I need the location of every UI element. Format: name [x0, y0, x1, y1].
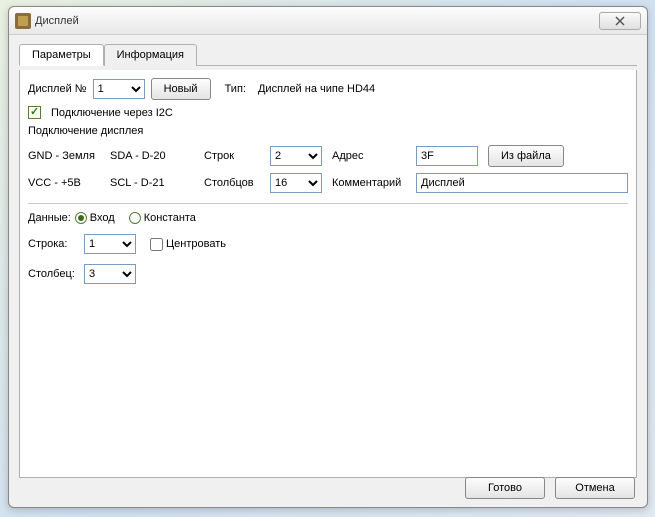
- radio-input-option[interactable]: Вход: [75, 212, 115, 224]
- comment-input[interactable]: [416, 173, 628, 193]
- row-label: Строка:: [28, 238, 78, 250]
- close-icon: [615, 16, 625, 26]
- i2c-checkbox[interactable]: [28, 106, 41, 119]
- cols-label: Столбцов: [204, 177, 266, 189]
- i2c-label: Подключение через I2C: [51, 107, 173, 119]
- rows-label: Строк: [204, 150, 266, 162]
- rows-select[interactable]: 2: [270, 146, 322, 166]
- col-select[interactable]: 3: [84, 264, 136, 284]
- tab-information[interactable]: Информация: [104, 44, 197, 66]
- center-label: Центровать: [166, 238, 226, 250]
- cols-select[interactable]: 16: [270, 173, 322, 193]
- tab-parameters[interactable]: Параметры: [19, 44, 104, 66]
- display-number-select[interactable]: 1: [93, 79, 145, 99]
- address-input[interactable]: [416, 146, 478, 166]
- radio-icon: [75, 212, 87, 224]
- row-select[interactable]: 1: [84, 234, 136, 254]
- close-button[interactable]: [599, 12, 641, 30]
- type-value: Дисплей на чипе HD44: [258, 83, 375, 95]
- titlebar: Дисплей: [9, 7, 647, 35]
- window-title: Дисплей: [35, 15, 79, 27]
- app-icon: [15, 13, 31, 29]
- display-number-label: Дисплей №: [28, 83, 87, 95]
- col-label: Столбец:: [28, 268, 78, 280]
- scl-label: SCL - D-21: [110, 177, 200, 189]
- from-file-button[interactable]: Из файла: [488, 145, 564, 167]
- data-label: Данные:: [28, 212, 71, 224]
- connection-title: Подключение дисплея: [28, 125, 628, 137]
- ok-button[interactable]: Готово: [465, 477, 545, 499]
- comment-label: Комментарий: [332, 177, 412, 189]
- new-button[interactable]: Новый: [151, 78, 211, 100]
- sda-label: SDA - D-20: [110, 150, 200, 162]
- tabstrip: Параметры Информация: [19, 43, 637, 66]
- tab-page-parameters: Дисплей № 1 Новый Тип: Дисплей на чипе H…: [19, 70, 637, 478]
- vcc-label: VCC - +5B: [28, 177, 106, 189]
- gnd-label: GND - Земля: [28, 150, 106, 162]
- cancel-button[interactable]: Отмена: [555, 477, 635, 499]
- type-label: Тип:: [225, 83, 246, 95]
- radio-constant-option[interactable]: Константа: [129, 212, 196, 224]
- radio-icon: [129, 212, 141, 224]
- dialog-window: Дисплей Параметры Информация Дисплей № 1…: [8, 6, 648, 508]
- separator: [28, 203, 628, 204]
- center-checkbox[interactable]: [150, 238, 163, 251]
- address-label: Адрес: [332, 150, 412, 162]
